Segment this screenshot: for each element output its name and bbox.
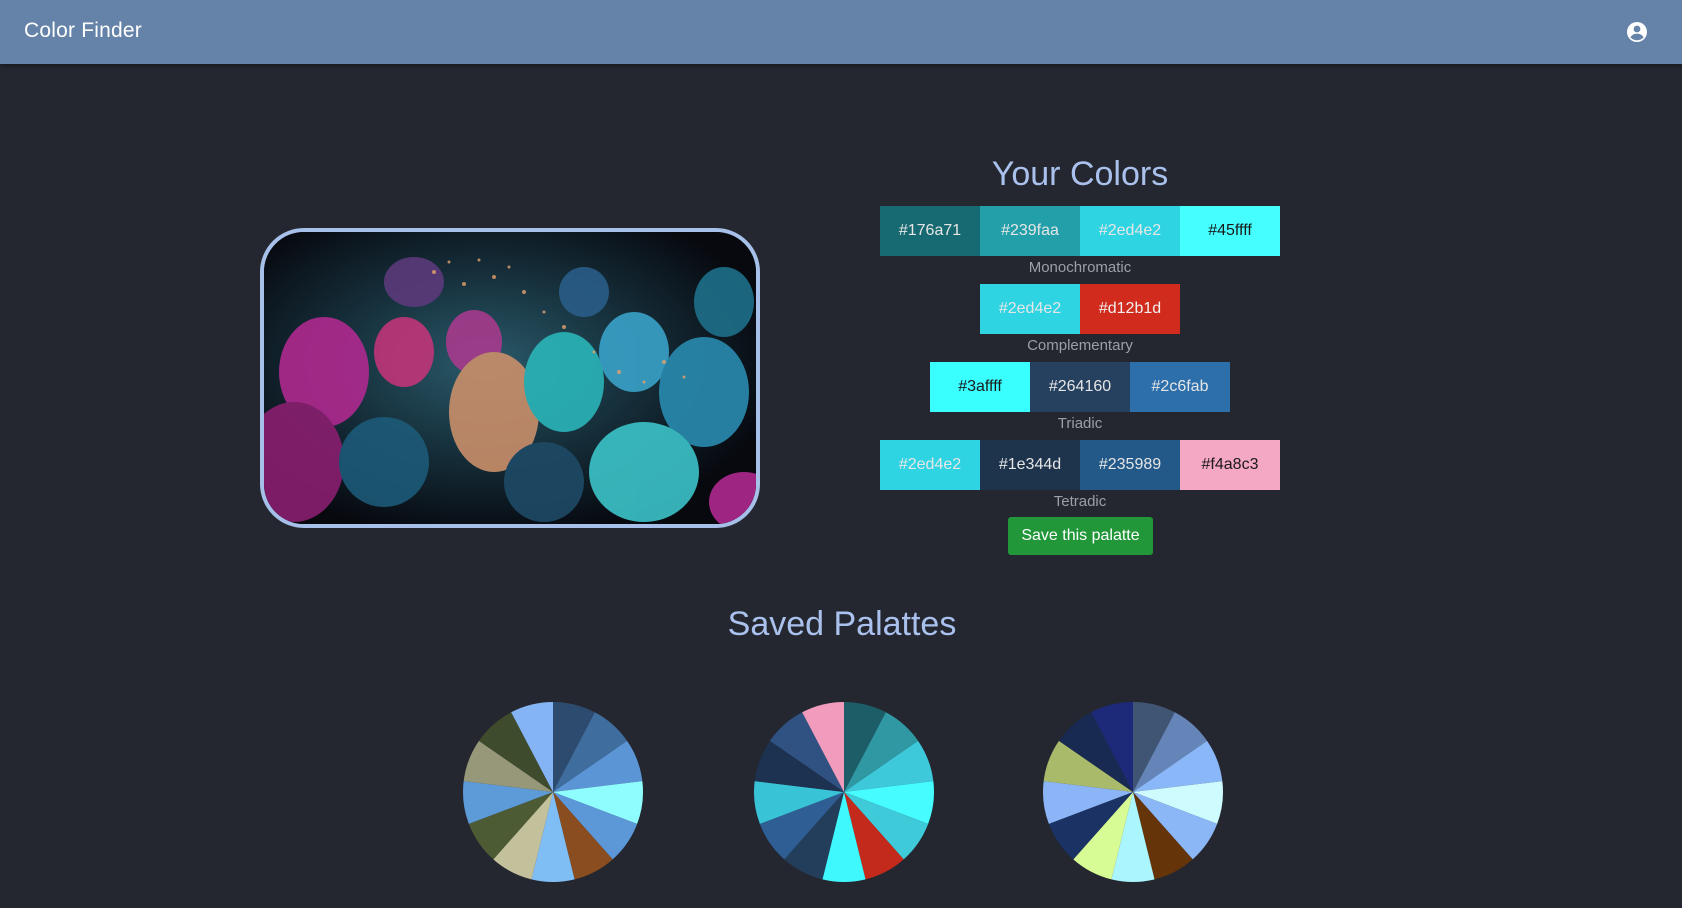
concert-crowd-image [264, 232, 756, 524]
your-colors-title: Your Colors [991, 155, 1169, 193]
color-swatch[interactable]: #45ffff [1180, 206, 1280, 256]
saved-palette-pie[interactable] [1041, 700, 1225, 884]
account-circle-icon[interactable] [1625, 20, 1649, 44]
palette-row-tetradic: #2ed4e2 #1e344d #235989 #f4a8c3 [880, 440, 1280, 490]
palette-label: Complementary [1027, 337, 1133, 354]
color-swatch[interactable]: #f4a8c3 [1180, 440, 1280, 490]
palette-label: Triadic [1057, 415, 1103, 432]
color-swatch[interactable]: #2ed4e2 [880, 440, 980, 490]
color-swatch[interactable]: #176a71 [880, 206, 980, 256]
saved-palette-pie[interactable] [752, 700, 936, 884]
palette-label: Monochromatic [1028, 259, 1132, 276]
uploaded-photo [260, 228, 760, 528]
color-swatch[interactable]: #2ed4e2 [1080, 206, 1180, 256]
color-swatch[interactable]: #235989 [1080, 440, 1180, 490]
color-swatch[interactable]: #2c6fab [1130, 362, 1230, 412]
color-swatch[interactable]: #239faa [980, 206, 1080, 256]
palette-row-complementary: #2ed4e2 #d12b1d [880, 284, 1280, 334]
color-swatch[interactable]: #2ed4e2 [980, 284, 1080, 334]
saved-palettes-title: Saved Palattes [727, 605, 957, 643]
color-swatch[interactable]: #1e344d [980, 440, 1080, 490]
color-swatch[interactable]: #3affff [930, 362, 1030, 412]
color-swatch[interactable]: #d12b1d [1080, 284, 1180, 334]
palette-row-triadic: #3affff #264160 #2c6fab [880, 362, 1280, 412]
app-title: Color Finder [24, 19, 142, 42]
palette-row-monochromatic: #176a71 #239faa #2ed4e2 #45ffff [880, 206, 1280, 256]
color-swatch[interactable]: #264160 [1030, 362, 1130, 412]
app-bar: Color Finder [0, 0, 1682, 64]
palette-label: Tetradic [1053, 493, 1107, 510]
save-palette-button[interactable]: Save this palatte [1008, 517, 1153, 555]
saved-palette-pie[interactable] [461, 700, 645, 884]
